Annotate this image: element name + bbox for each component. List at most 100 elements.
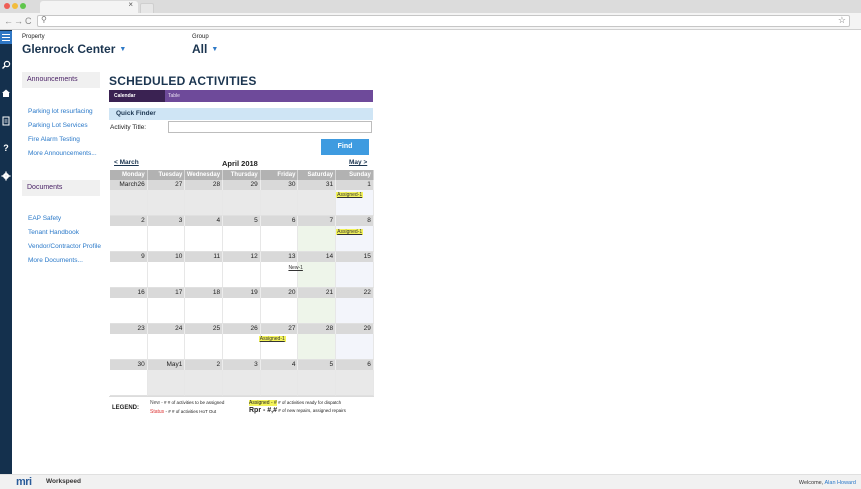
- document-link[interactable]: Vendor/Contractor Profile: [28, 243, 101, 250]
- day-cell[interactable]: [298, 334, 337, 360]
- day-cell[interactable]: [298, 370, 337, 396]
- day-cell[interactable]: Assigned-1: [336, 190, 374, 216]
- document-link[interactable]: Tenant Handbook: [28, 229, 79, 236]
- day-cell[interactable]: [298, 298, 337, 324]
- day-cell[interactable]: [260, 190, 299, 216]
- bookmark-star-icon[interactable]: ☆: [838, 15, 846, 26]
- day-cell[interactable]: [110, 226, 148, 252]
- document-link[interactable]: EAP Safety: [28, 215, 61, 222]
- more-announcements-link[interactable]: More Announcements...: [28, 150, 97, 157]
- day-cell[interactable]: [147, 298, 186, 324]
- user-name-link[interactable]: Alan Howard: [825, 480, 857, 486]
- day-cell[interactable]: [185, 190, 224, 216]
- announcement-link[interactable]: Fire Alarm Testing: [28, 136, 80, 143]
- activity-title-input[interactable]: [168, 121, 372, 133]
- day-cell[interactable]: [110, 370, 148, 396]
- group-select[interactable]: All ▼: [192, 42, 218, 56]
- day-cell[interactable]: Assigned-1: [258, 334, 299, 360]
- weekday-header: Wednesday: [185, 170, 224, 180]
- day-number: 14: [298, 252, 337, 262]
- day-cell[interactable]: [223, 298, 261, 324]
- day-cell[interactable]: Assigned-1: [336, 226, 374, 252]
- group-label: Group: [192, 34, 209, 40]
- browser-tab[interactable]: ×: [40, 0, 138, 13]
- maximize-window-icon[interactable]: [20, 3, 26, 9]
- day-cell[interactable]: [223, 262, 261, 288]
- day-cell[interactable]: [110, 262, 148, 288]
- tab-table[interactable]: Table: [168, 90, 180, 102]
- legend-assigned-label: Assigned - #: [249, 400, 277, 406]
- quick-finder-header: Quick Finder: [109, 108, 373, 120]
- announcement-link[interactable]: Parking Lot Services: [28, 122, 88, 129]
- prev-month-link[interactable]: < March: [114, 159, 139, 166]
- day-number: 7: [298, 216, 337, 226]
- hamburger-menu-icon[interactable]: [0, 31, 12, 44]
- gear-icon[interactable]: [1, 171, 11, 181]
- tab-close-icon[interactable]: ×: [128, 0, 133, 9]
- tab-calendar[interactable]: Calendar: [109, 90, 165, 102]
- close-window-icon[interactable]: [4, 3, 10, 9]
- reload-icon[interactable]: C: [25, 15, 32, 27]
- day-cell[interactable]: [336, 370, 374, 396]
- day-cell[interactable]: [185, 262, 224, 288]
- minimize-window-icon[interactable]: [12, 3, 18, 9]
- day-number: 31: [298, 180, 337, 190]
- mri-logo: mri: [16, 476, 32, 488]
- day-cell[interactable]: [147, 262, 186, 288]
- new-tab-button[interactable]: [140, 3, 154, 13]
- day-cell[interactable]: [260, 226, 299, 252]
- day-cell[interactable]: [185, 370, 224, 396]
- announcement-link[interactable]: Parking lot resurfacing: [28, 108, 93, 115]
- day-number: March26: [110, 180, 148, 190]
- day-cell[interactable]: [110, 334, 148, 360]
- legend-assigned: Assigned - # # of activities ready for d…: [249, 400, 341, 406]
- more-documents-link[interactable]: More Documents...: [28, 257, 83, 264]
- activity-title-label: Activity Title:: [110, 124, 147, 131]
- day-cell[interactable]: [336, 334, 374, 360]
- day-cell[interactable]: [110, 298, 148, 324]
- day-cell[interactable]: [185, 298, 224, 324]
- day-cell[interactable]: [185, 334, 224, 360]
- forward-icon[interactable]: →: [14, 15, 23, 27]
- legend-status: Status - # # of activities HoT Out: [150, 409, 216, 415]
- day-number: 18: [185, 288, 224, 298]
- day-cell[interactable]: [147, 334, 186, 360]
- help-icon[interactable]: ?: [1, 143, 11, 153]
- day-cell[interactable]: [260, 370, 299, 396]
- day-number: 30: [260, 180, 299, 190]
- address-bar[interactable]: ⚲ ☆: [37, 15, 850, 27]
- report-icon[interactable]: [1, 116, 11, 126]
- weekday-header: Thursday: [223, 170, 261, 180]
- day-number: 6: [260, 216, 299, 226]
- next-month-link[interactable]: May >: [349, 159, 367, 166]
- day-cell[interactable]: [260, 298, 299, 324]
- day-cell[interactable]: [110, 190, 148, 216]
- day-cell[interactable]: [223, 334, 261, 360]
- property-select[interactable]: Glenrock Center ▼: [22, 42, 126, 56]
- assigned-activity-link[interactable]: Assigned-1: [336, 229, 364, 235]
- day-cell[interactable]: [336, 298, 374, 324]
- assigned-activity-link[interactable]: Assigned-1: [336, 192, 364, 198]
- day-cell[interactable]: [223, 190, 261, 216]
- day-cell[interactable]: [147, 190, 186, 216]
- day-number: 5: [298, 360, 337, 370]
- find-button[interactable]: Find: [321, 139, 369, 155]
- day-cell[interactable]: [336, 262, 374, 288]
- day-number: 10: [147, 252, 186, 262]
- day-number: 24: [147, 324, 186, 334]
- chevron-down-icon: ▼: [119, 46, 127, 54]
- day-cell[interactable]: [298, 190, 337, 216]
- new-activity-link[interactable]: New-1: [287, 265, 303, 271]
- day-cell[interactable]: [298, 226, 337, 252]
- day-cell[interactable]: [223, 226, 261, 252]
- day-cell[interactable]: [223, 370, 261, 396]
- day-cell[interactable]: New-1: [288, 262, 337, 288]
- back-icon[interactable]: ←: [4, 15, 13, 27]
- home-icon[interactable]: [1, 88, 11, 98]
- day-cell[interactable]: [185, 226, 224, 252]
- property-value: Glenrock Center: [22, 42, 116, 56]
- assigned-activity-link[interactable]: Assigned-1: [258, 336, 286, 342]
- search-icon[interactable]: [1, 60, 11, 70]
- day-cell[interactable]: [147, 370, 186, 396]
- day-cell[interactable]: [147, 226, 186, 252]
